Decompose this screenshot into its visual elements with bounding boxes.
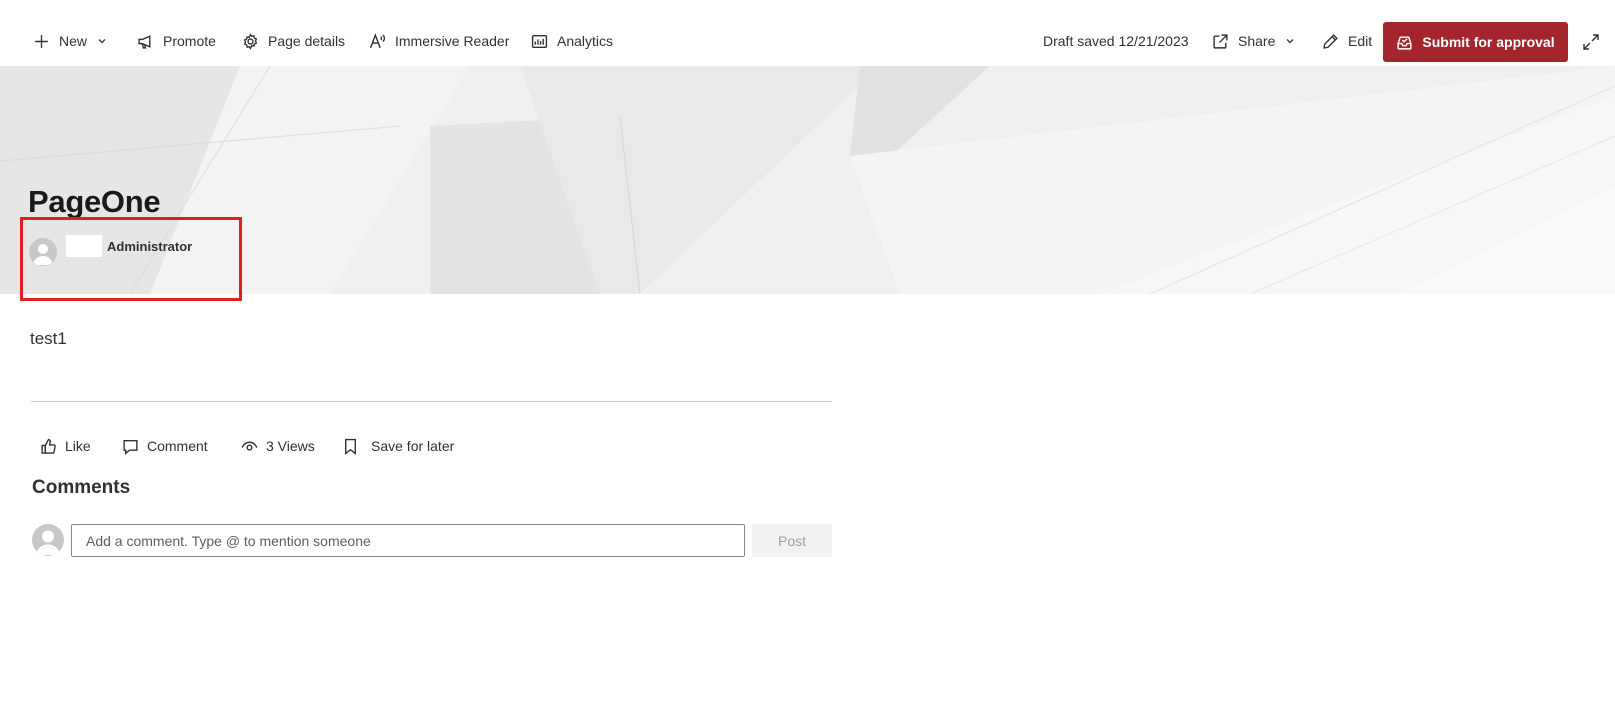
expand-button[interactable] xyxy=(1581,32,1601,52)
chevron-down-icon xyxy=(1286,39,1294,44)
page-title[interactable]: PageOne xyxy=(28,184,161,220)
analytics-button[interactable]: Analytics xyxy=(531,30,613,52)
author-byline[interactable]: Administrator xyxy=(28,234,238,284)
title-banner: PageOne Administrator xyxy=(0,66,1615,294)
like-button[interactable]: Like xyxy=(40,435,91,457)
draft-status: Draft saved 12/21/2023 xyxy=(1043,33,1189,49)
page-body-text[interactable]: test1 xyxy=(30,329,67,349)
divider xyxy=(31,401,832,402)
person-icon xyxy=(33,244,53,265)
immersive-reader-icon xyxy=(369,32,386,48)
comment-button[interactable]: Comment xyxy=(122,435,208,457)
command-bar: New Promote Page details Immersive Reade… xyxy=(0,0,1615,66)
page-details-label: Page details xyxy=(268,33,346,49)
comment-label: Comment xyxy=(147,438,208,454)
comment-input[interactable] xyxy=(71,524,745,557)
pencil-icon xyxy=(1323,33,1338,49)
expand-icon xyxy=(1583,34,1599,50)
author-name-redaction xyxy=(66,235,102,257)
share-icon xyxy=(1213,33,1228,49)
new-label: New xyxy=(59,33,88,49)
share-label: Share xyxy=(1238,33,1276,49)
comment-icon xyxy=(123,439,138,455)
submit-for-approval-button[interactable]: Submit for approval xyxy=(1383,22,1568,62)
person-icon xyxy=(36,530,60,555)
thumbs-up-icon xyxy=(41,438,56,454)
promote-label: Promote xyxy=(163,33,216,49)
author-name[interactable]: Administrator xyxy=(107,239,192,254)
like-label: Like xyxy=(65,438,91,454)
edit-label: Edit xyxy=(1348,33,1373,49)
edit-button[interactable]: Edit xyxy=(1322,30,1372,52)
views-label: 3 Views xyxy=(266,438,315,454)
gear-icon xyxy=(243,32,258,50)
share-button[interactable]: Share xyxy=(1212,30,1295,52)
analytics-label: Analytics xyxy=(557,33,614,49)
commenter-avatar xyxy=(32,524,64,556)
analytics-icon xyxy=(531,34,548,48)
eye-icon xyxy=(241,441,258,451)
new-button[interactable]: New xyxy=(33,30,107,52)
banner-background-image xyxy=(0,66,1615,294)
inbox-check-icon xyxy=(1397,35,1412,50)
save-for-later-label: Save for later xyxy=(371,438,455,454)
author-avatar xyxy=(29,238,57,266)
views-count: 3 Views xyxy=(241,435,315,457)
promote-button[interactable]: Promote xyxy=(137,30,216,52)
save-for-later-button[interactable]: Save for later xyxy=(342,435,454,457)
submit-label: Submit for approval xyxy=(1422,34,1555,50)
megaphone-icon xyxy=(138,34,151,49)
bookmark-icon xyxy=(345,438,356,455)
page-details-button[interactable]: Page details xyxy=(242,30,345,52)
immersive-reader-label: Immersive Reader xyxy=(395,33,510,49)
post-button[interactable]: Post xyxy=(752,524,832,557)
plus-icon xyxy=(35,34,48,48)
immersive-reader-button[interactable]: Immersive Reader xyxy=(369,30,509,52)
chevron-down-icon xyxy=(98,39,106,44)
comments-heading: Comments xyxy=(32,477,131,498)
